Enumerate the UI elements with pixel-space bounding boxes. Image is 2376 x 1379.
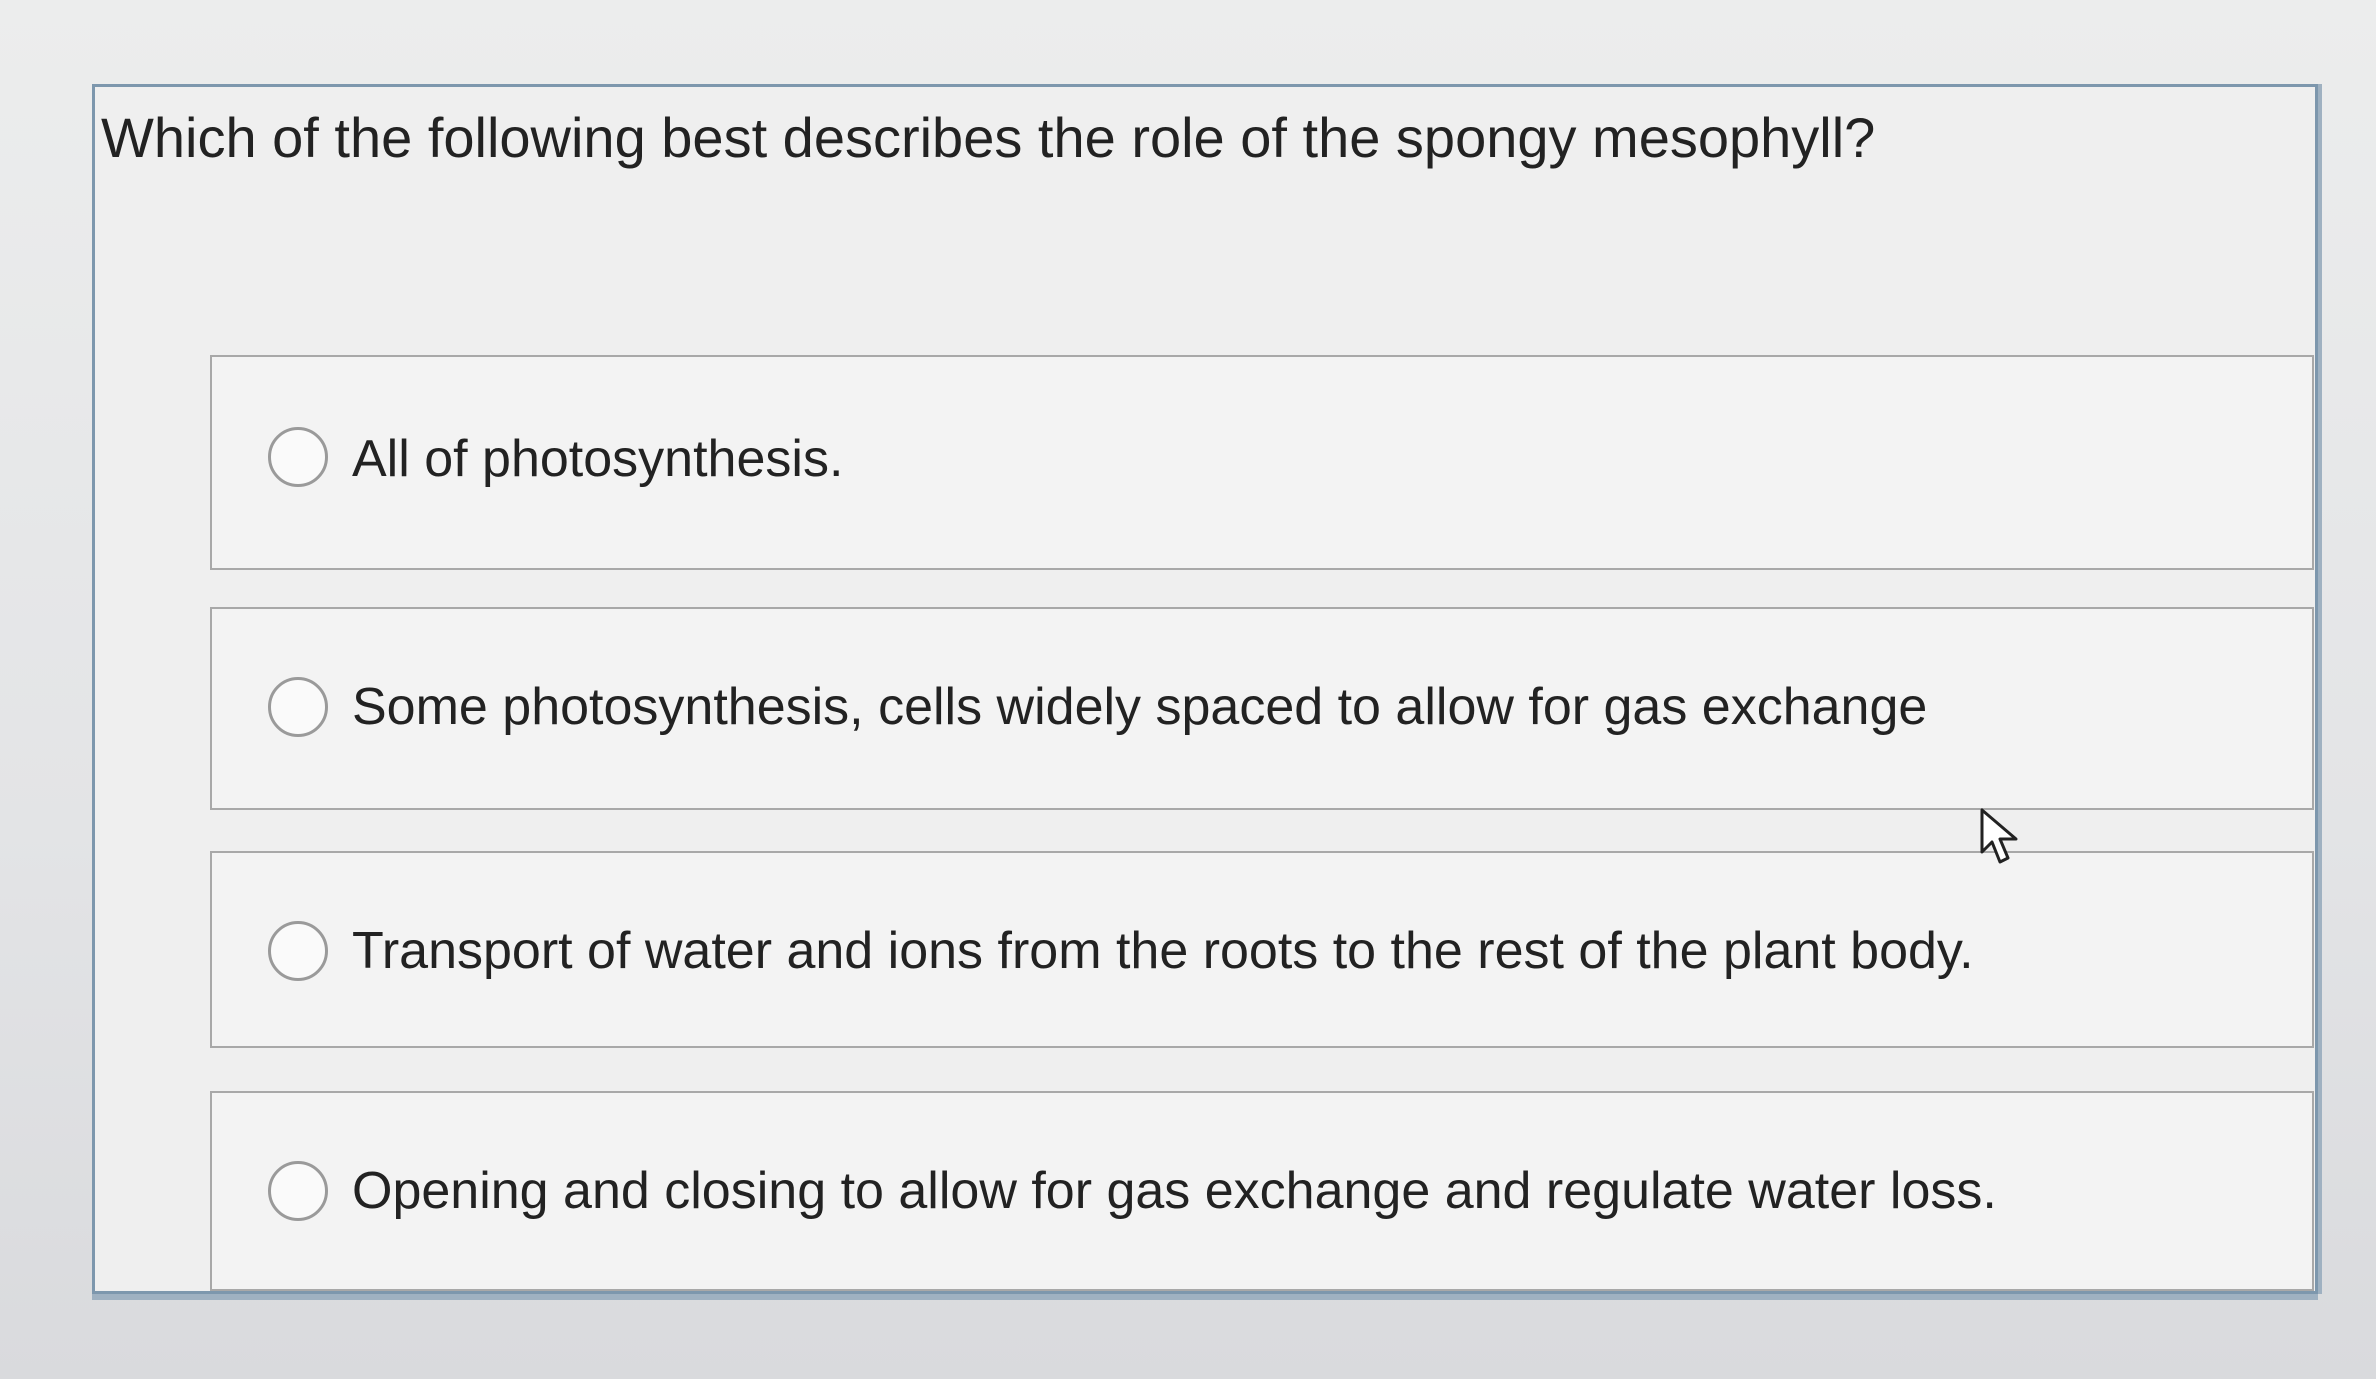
radio-button-icon[interactable] xyxy=(268,677,328,737)
option-label: All of photosynthesis. xyxy=(352,430,844,488)
option-1[interactable]: All of photosynthesis. xyxy=(210,355,2314,570)
radio-button-icon[interactable] xyxy=(268,427,328,487)
screen: Which of the following best describes th… xyxy=(0,0,2376,1379)
option-4[interactable]: Opening and closing to allow for gas exc… xyxy=(210,1091,2314,1291)
mouse-pointer-icon xyxy=(1980,808,2018,864)
radio-button-icon[interactable] xyxy=(268,1161,328,1221)
option-label: Some photosynthesis, cells widely spaced… xyxy=(352,678,1928,736)
option-3[interactable]: Transport of water and ions from the roo… xyxy=(210,851,2314,1048)
question-text: Which of the following best describes th… xyxy=(101,106,1876,169)
question-card: Which of the following best describes th… xyxy=(92,84,2318,1294)
option-2[interactable]: Some photosynthesis, cells widely spaced… xyxy=(210,607,2314,810)
radio-button-icon[interactable] xyxy=(268,921,328,981)
option-label: Transport of water and ions from the roo… xyxy=(352,922,1974,980)
option-label: Opening and closing to allow for gas exc… xyxy=(352,1162,1997,1220)
